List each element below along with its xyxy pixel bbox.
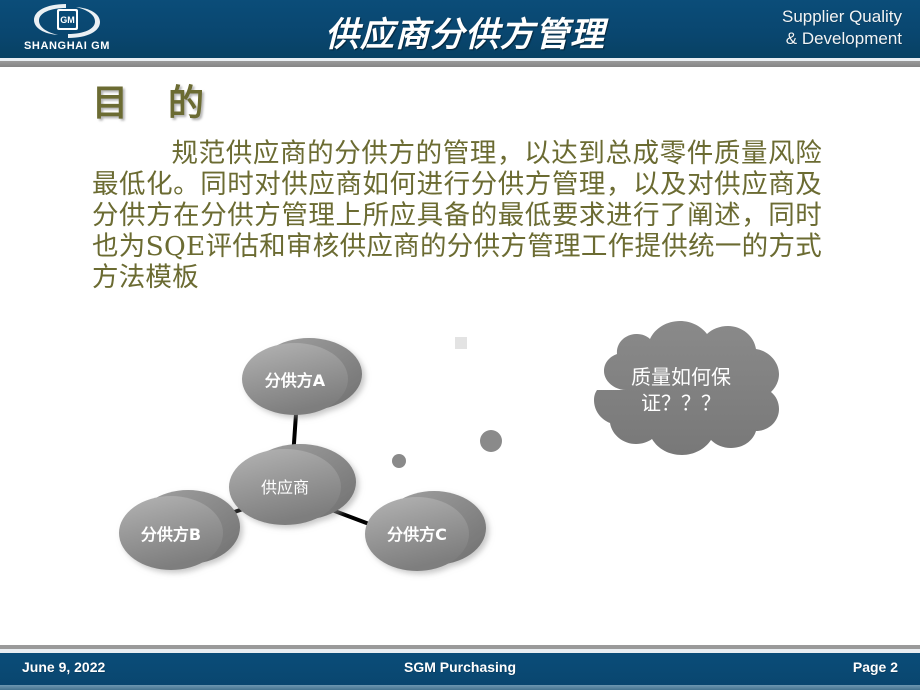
diagram-connectors	[198, 412, 387, 532]
footer-bottom-strip	[0, 685, 920, 690]
quality-question-callout	[594, 321, 779, 455]
diagram-node-supplier-c	[365, 491, 486, 571]
diagram-node-label-a: 分供方A	[265, 371, 326, 390]
footer-page-number: Page 2	[852, 659, 898, 675]
gm-emblem-icon: GM	[24, 2, 110, 40]
callout-text-line2: 证？？？	[641, 391, 721, 415]
section-heading: 目 的	[92, 82, 207, 124]
diagram-node-supplier-b	[119, 490, 240, 570]
connector-main-to-a	[290, 412, 298, 474]
diagram-node-supplier-a	[242, 338, 362, 415]
header-divider-grey	[0, 61, 920, 67]
header-department-label: Supplier Quality & Development	[712, 6, 902, 50]
slide-header-title: 供应商分供方管理	[325, 14, 605, 55]
diagram-node-supplier-main	[229, 444, 356, 525]
thought-bubble-small	[392, 454, 406, 468]
diagram-node-label-c: 分供方C	[387, 525, 447, 544]
callout-text-line1: 质量如何保	[631, 365, 731, 389]
thought-bubble-medium	[480, 430, 502, 452]
diagram-node-label-b: 分供方B	[141, 525, 201, 544]
logo-wordmark: SHANGHAI GM	[23, 40, 111, 52]
connector-main-to-c	[330, 508, 387, 532]
header-department-line2: & Development	[785, 29, 902, 48]
connector-main-to-b	[198, 507, 245, 526]
shanghai-gm-logo: GM SHANGHAI GM	[8, 2, 126, 56]
footer-title: SGM Purchasing	[403, 659, 517, 675]
slide: GM SHANGHAI GM 供应商分供方管理 Supplier Quality…	[0, 0, 920, 690]
diagram-node-label-main: 供应商	[261, 478, 309, 497]
header-department-line1: Supplier Quality	[781, 7, 902, 26]
decorative-square	[455, 337, 467, 349]
body-paragraph: 规范供应商的分供方的管理，以达到总成零件质量风险最低化。同时对供应商如何进行分供…	[92, 138, 822, 293]
svg-text:GM: GM	[60, 15, 75, 25]
